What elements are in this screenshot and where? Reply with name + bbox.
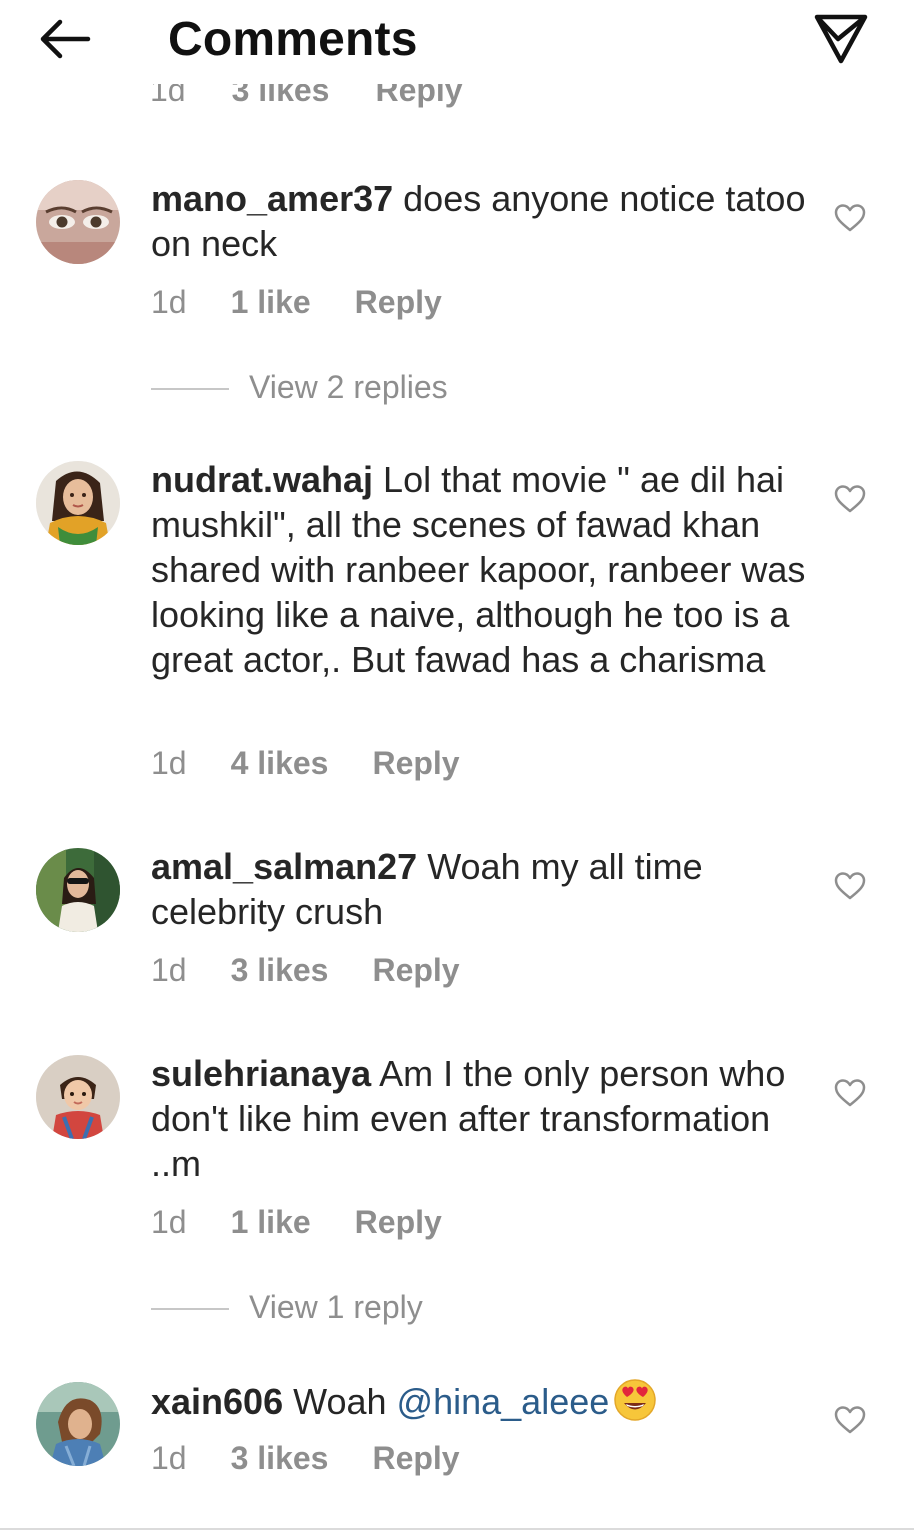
avatar[interactable] [36,1055,120,1139]
comment-username[interactable]: amal_salman27 [151,846,417,887]
view-replies-label: View 2 replies [249,369,448,405]
back-arrow-icon[interactable] [34,14,94,64]
comment-username[interactable]: sulehrianaya [151,1053,371,1094]
heart-eyes-emoji-icon [613,1378,657,1422]
likes-count[interactable]: 3 likes [231,1440,329,1476]
direct-share-icon[interactable] [812,12,870,66]
comment-text: xain606 Woah @hina_aleee [151,1378,811,1424]
replies-divider [151,1308,229,1310]
avatar[interactable] [36,848,120,932]
like-heart-icon[interactable] [834,871,866,901]
comment-age: 1d [151,1440,187,1476]
comment-meta: 1d 1 like Reply [151,1204,442,1241]
bottom-divider [0,1528,914,1530]
header-bar: Comments [0,0,914,84]
reply-button[interactable]: Reply [372,1440,459,1476]
comment-age: 1d [151,1204,187,1240]
view-replies-button[interactable]: View 2 replies [151,369,651,409]
comment-meta: 1d 3 likes Reply [151,952,460,989]
comment-meta: 1d 3 likes Reply [151,1440,460,1477]
view-replies-button[interactable]: View 1 reply [151,1289,651,1329]
likes-count[interactable]: 1 like [231,284,311,320]
like-heart-icon[interactable] [834,1405,866,1435]
avatar[interactable] [36,1382,120,1466]
reply-button[interactable]: Reply [372,745,459,781]
comment-username[interactable]: xain606 [151,1381,283,1422]
reply-button[interactable]: Reply [355,284,442,320]
avatar[interactable] [36,461,120,545]
comment-message: Woah [293,1381,387,1422]
like-heart-icon[interactable] [834,484,866,514]
avatar[interactable] [36,180,120,264]
page-title: Comments [168,13,418,66]
likes-count[interactable]: 3 likes [231,952,329,988]
reply-button[interactable]: Reply [372,952,459,988]
like-heart-icon[interactable] [834,1078,866,1108]
comment-mention-link[interactable]: @hina_aleee [397,1381,610,1422]
comment-age: 1d [151,745,187,781]
view-replies-label: View 1 reply [249,1289,423,1325]
comment-username[interactable]: mano_amer37 [151,178,393,219]
comment-text: mano_amer37 does anyone notice tatoo on … [151,176,811,266]
like-heart-icon[interactable] [834,203,866,233]
comment-meta: 1d 1 like Reply [151,284,442,321]
replies-divider [151,388,229,390]
likes-count[interactable]: 4 likes [231,745,329,781]
comment-text: sulehrianaya Am I the only person who do… [151,1051,811,1186]
reply-button[interactable]: Reply [355,1204,442,1240]
comment-age: 1d [151,284,187,320]
comment-text: nudrat.wahaj Lol that movie " ae dil hai… [151,457,811,682]
comment-username[interactable]: nudrat.wahaj [151,459,373,500]
comment-text: amal_salman27 Woah my all time celebrity… [151,844,811,934]
comment-age: 1d [151,952,187,988]
comment-meta: 1d 4 likes Reply [151,745,460,782]
likes-count[interactable]: 1 like [231,1204,311,1240]
